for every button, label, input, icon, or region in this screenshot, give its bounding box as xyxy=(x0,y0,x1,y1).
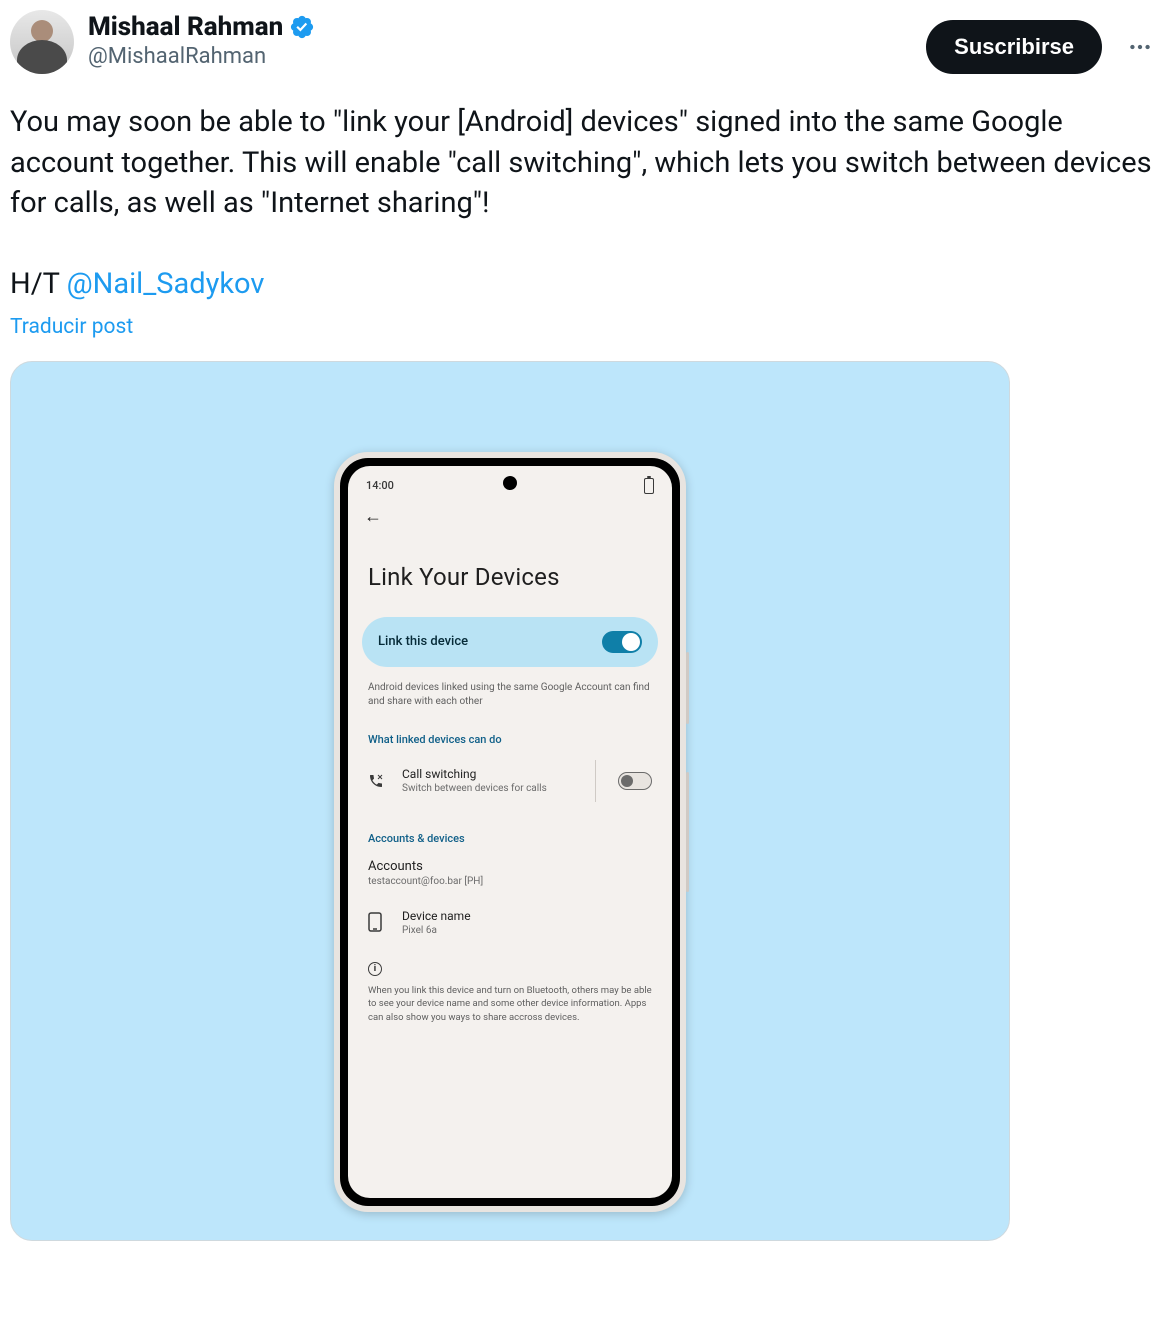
accounts-sub: testaccount@foo.bar [PH] xyxy=(368,876,652,887)
author-avatar[interactable] xyxy=(10,10,74,74)
toggle-on-icon[interactable] xyxy=(602,631,642,653)
call-switching-title: Call switching xyxy=(402,767,573,781)
phone-side-button xyxy=(686,652,689,724)
verified-icon xyxy=(289,14,315,40)
info-text: When you link this device and turn on Bl… xyxy=(348,976,672,1024)
device-name-sub: Pixel 6a xyxy=(402,925,652,936)
link-device-toggle-card[interactable]: Link this device xyxy=(362,617,658,667)
back-icon[interactable]: ← xyxy=(364,506,382,527)
status-time: 14:00 xyxy=(366,479,394,492)
link-device-description: Android devices linked using the same Go… xyxy=(348,667,672,709)
author-name-block: Mishaal Rahman @MishaalRahman xyxy=(88,10,912,69)
toggle-off-icon[interactable] xyxy=(618,772,652,790)
phone-camera-notch xyxy=(503,476,517,490)
section-header-accounts: Accounts & devices xyxy=(348,808,672,853)
phone-side-button xyxy=(686,772,689,892)
device-icon xyxy=(368,912,386,932)
device-name-title: Device name xyxy=(402,909,652,923)
tweet-header: Mishaal Rahman @MishaalRahman Suscribirs… xyxy=(10,10,1160,74)
tweet-ht-prefix: H/T xyxy=(10,267,67,301)
author-handle[interactable]: @MishaalRahman xyxy=(88,44,912,69)
device-name-row[interactable]: Device name Pixel 6a xyxy=(348,903,672,942)
more-icon xyxy=(1127,34,1153,60)
mention-link[interactable]: @Nail_Sadykov xyxy=(67,267,265,301)
tweet-text: You may soon be able to "link your [Andr… xyxy=(10,102,1160,305)
tweet-body-text: You may soon be able to "link your [Andr… xyxy=(10,105,1152,220)
translate-post-link[interactable]: Traducir post xyxy=(10,315,1160,339)
call-switching-sub: Switch between devices for calls xyxy=(402,783,573,794)
author-display-name[interactable]: Mishaal Rahman xyxy=(88,12,283,42)
section-header-capabilities: What linked devices can do xyxy=(348,709,672,754)
accounts-title: Accounts xyxy=(368,859,652,874)
tweet-media[interactable]: 14:00 ← Link Your Devices Link this devi… xyxy=(10,361,1010,1241)
subscribe-button[interactable]: Suscribirse xyxy=(926,20,1102,74)
battery-icon xyxy=(644,478,654,494)
phone-mockup: 14:00 ← Link Your Devices Link this devi… xyxy=(334,452,686,1212)
more-button[interactable] xyxy=(1120,27,1160,67)
info-icon: i xyxy=(368,962,382,976)
phone-icon xyxy=(368,773,386,789)
row-divider xyxy=(595,760,596,802)
phone-page-title: Link Your Devices xyxy=(348,527,672,617)
link-device-label: Link this device xyxy=(378,634,468,649)
accounts-row[interactable]: Accounts testaccount@foo.bar [PH] xyxy=(348,853,672,893)
call-switching-row[interactable]: Call switching Switch between devices fo… xyxy=(348,754,672,808)
